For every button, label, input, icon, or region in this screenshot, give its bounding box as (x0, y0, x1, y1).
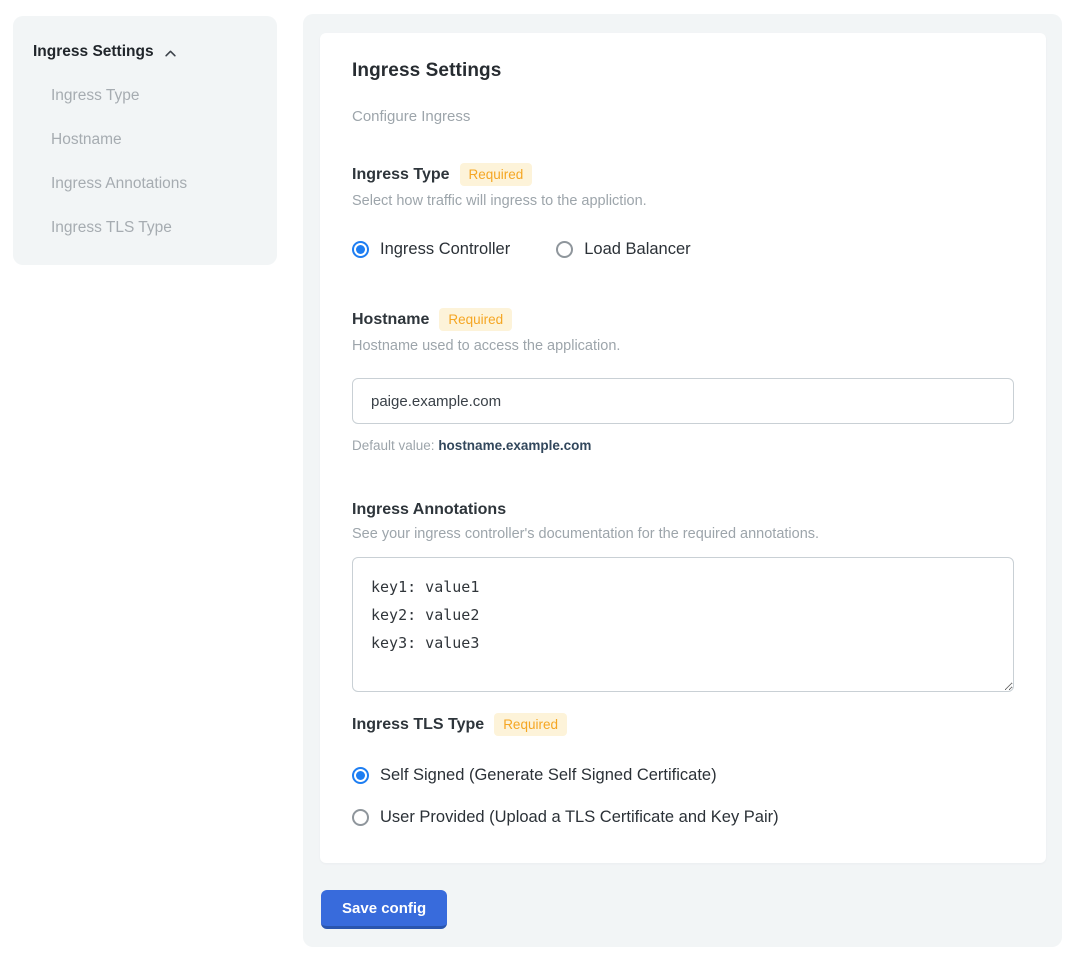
section-ingress-annotations-label: Ingress Annotations (352, 501, 506, 519)
radio-icon-load-balancer[interactable] (556, 241, 573, 258)
section-ingress-annotations-help: See your ingress controller's documentat… (352, 526, 1014, 542)
section-hostname-help: Hostname used to access the application. (352, 338, 1014, 354)
section-ingress-type-header: Ingress Type Required (352, 163, 1014, 186)
sidebar-item-ingress-type[interactable]: Ingress Type (51, 87, 257, 105)
radio-option-user-provided[interactable]: User Provided (Upload a TLS Certificate … (352, 808, 1014, 827)
radio-label-user-provided: User Provided (Upload a TLS Certificate … (380, 808, 779, 827)
radio-label-self-signed: Self Signed (Generate Self Signed Certif… (380, 766, 717, 785)
sidebar-item-ingress-tls-type[interactable]: Ingress TLS Type (51, 219, 257, 237)
ingress-settings-card: Ingress Settings Configure Ingress Ingre… (320, 33, 1046, 863)
required-badge: Required (494, 713, 567, 736)
annotations-textarea[interactable]: key1: value1 key2: value2 key3: value3 (352, 557, 1014, 692)
radio-label-load-balancer: Load Balancer (584, 240, 690, 259)
required-badge: Required (460, 163, 533, 186)
section-hostname-header: Hostname Required (352, 308, 1014, 331)
config-nav-sidebar: Ingress Settings Ingress Type Hostname I… (13, 16, 277, 265)
config-panel: Ingress Settings Configure Ingress Ingre… (303, 14, 1062, 947)
section-ingress-annotations: Ingress Annotations See your ingress con… (352, 501, 1014, 692)
radio-option-load-balancer[interactable]: Load Balancer (556, 240, 690, 259)
sidebar-group-ingress-settings[interactable]: Ingress Settings (33, 43, 257, 61)
radio-label-ingress-controller: Ingress Controller (380, 240, 510, 259)
radio-icon-user-provided[interactable] (352, 809, 369, 826)
section-ingress-tls-type-label: Ingress TLS Type (352, 716, 484, 734)
save-config-button[interactable]: Save config (321, 890, 447, 929)
hostname-default-prefix: Default value: (352, 438, 438, 453)
section-ingress-tls-type-header: Ingress TLS Type Required (352, 713, 1014, 736)
chevron-up-icon (163, 46, 178, 61)
section-ingress-type-label: Ingress Type (352, 166, 450, 184)
section-ingress-tls-type: Ingress TLS Type Required Self Signed (G… (352, 713, 1014, 827)
hostname-default-line: Default value: hostname.example.com (352, 438, 1014, 453)
page-title: Ingress Settings (352, 60, 1014, 82)
radio-icon-self-signed[interactable] (352, 767, 369, 784)
tls-type-radio-group: Self Signed (Generate Self Signed Certif… (352, 766, 1014, 827)
sidebar-group-title: Ingress Settings (33, 43, 154, 61)
required-badge: Required (439, 308, 512, 331)
section-hostname-label: Hostname (352, 311, 429, 329)
sidebar-item-ingress-annotations[interactable]: Ingress Annotations (51, 175, 257, 193)
section-ingress-type-help: Select how traffic will ingress to the a… (352, 193, 1014, 209)
section-ingress-type: Ingress Type Required Select how traffic… (352, 163, 1014, 259)
section-ingress-annotations-header: Ingress Annotations (352, 501, 1014, 519)
section-hostname: Hostname Required Hostname used to acces… (352, 308, 1014, 453)
page-subtitle: Configure Ingress (352, 108, 1014, 125)
radio-option-ingress-controller[interactable]: Ingress Controller (352, 240, 510, 259)
hostname-input[interactable] (352, 378, 1014, 424)
radio-icon-ingress-controller[interactable] (352, 241, 369, 258)
sidebar-item-hostname[interactable]: Hostname (51, 131, 257, 149)
hostname-default-value: hostname.example.com (438, 438, 591, 453)
radio-option-self-signed[interactable]: Self Signed (Generate Self Signed Certif… (352, 766, 1014, 785)
ingress-type-radio-group: Ingress Controller Load Balancer (352, 240, 1014, 259)
